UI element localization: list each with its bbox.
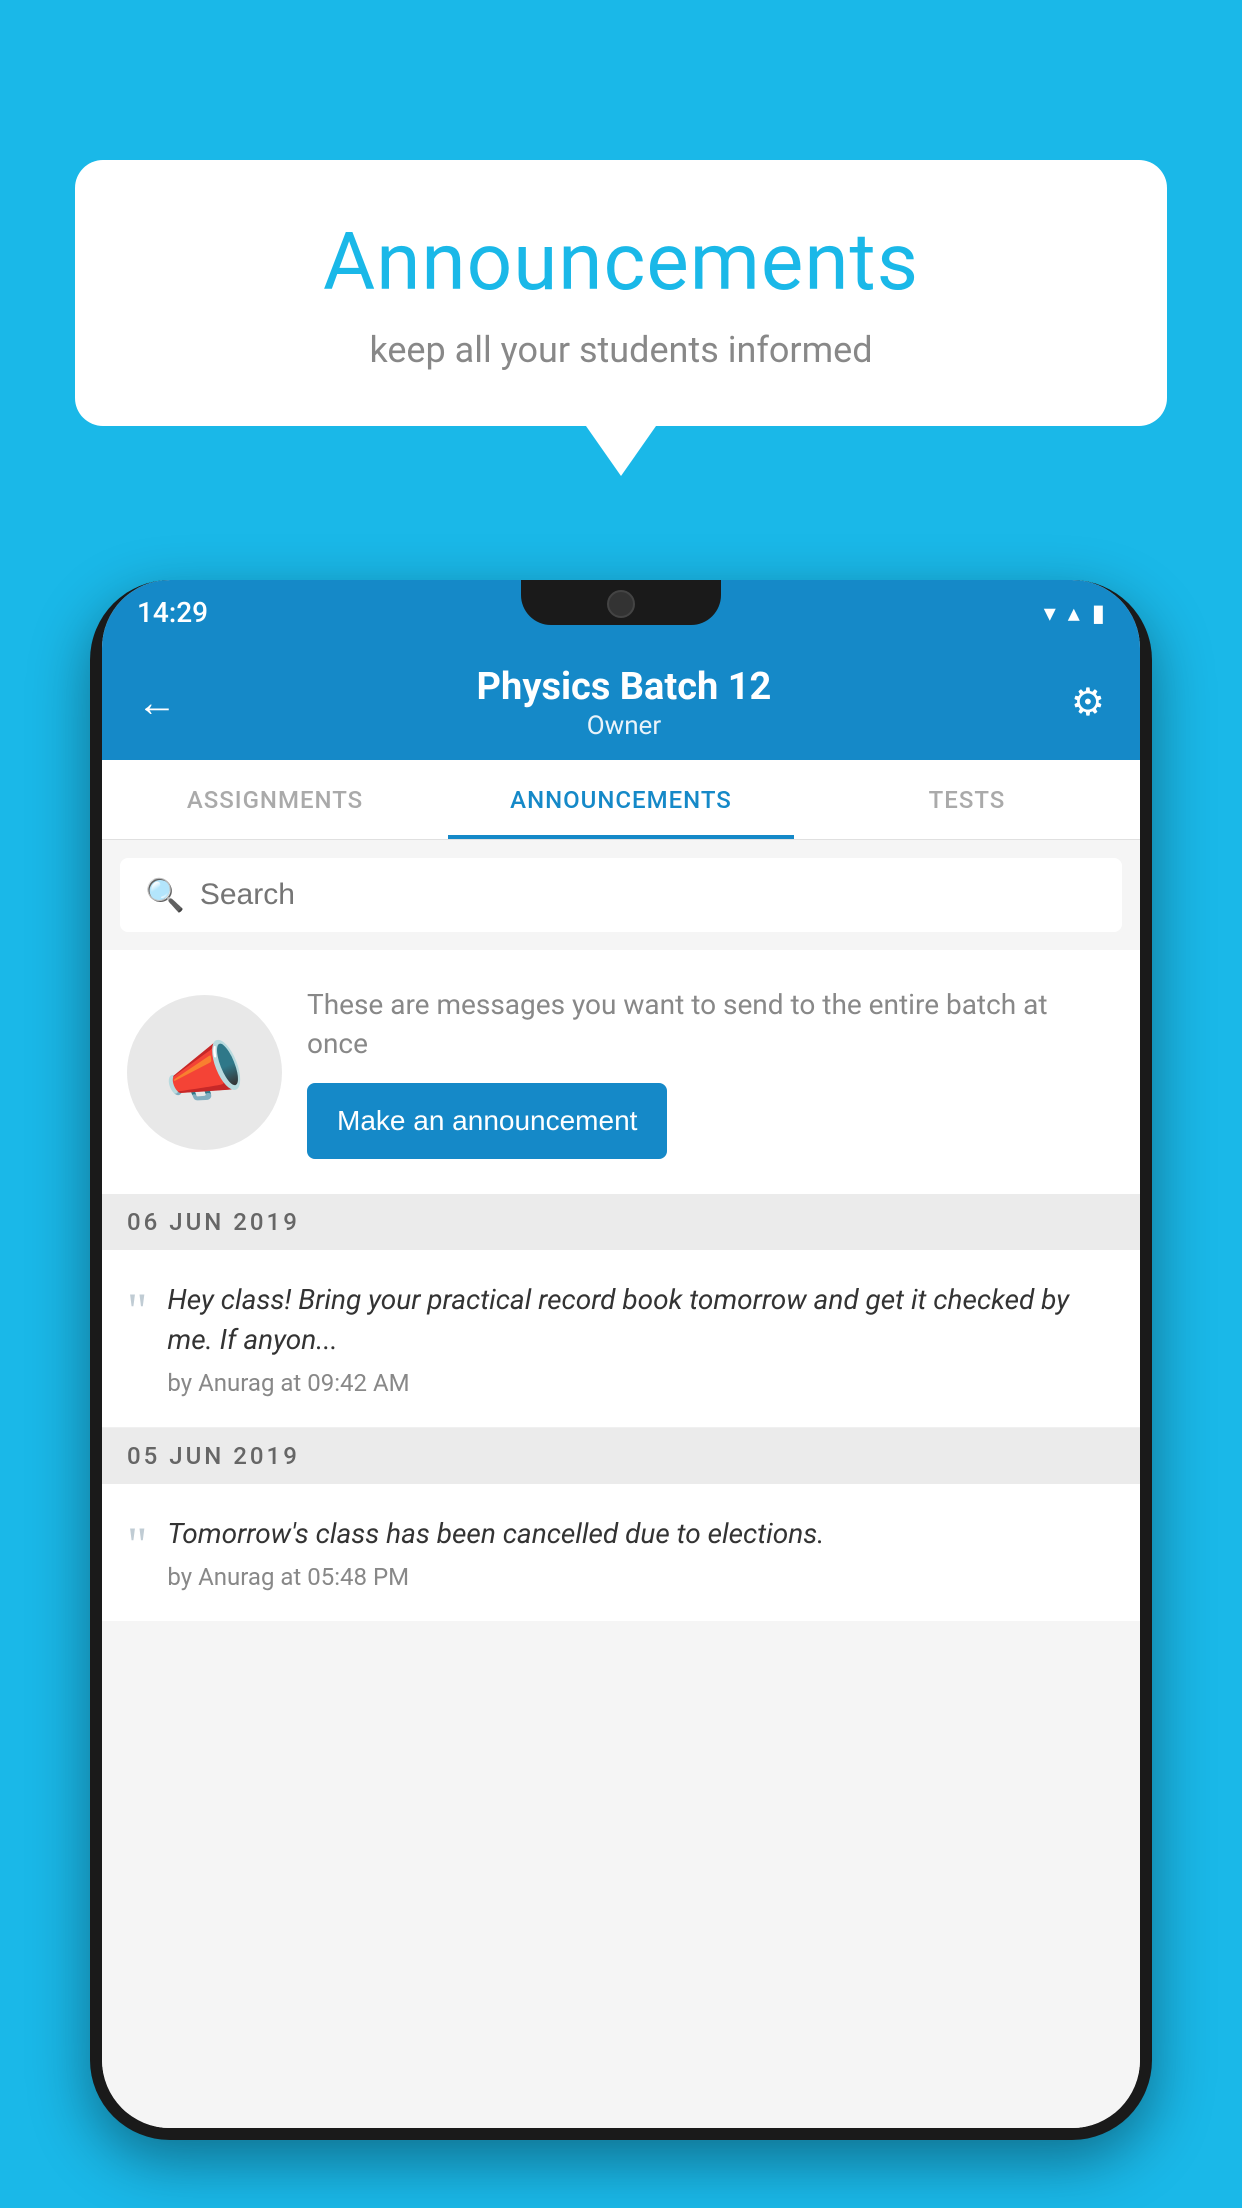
battery-icon: ▮ bbox=[1092, 599, 1105, 627]
batch-title: Physics Batch 12 bbox=[477, 665, 772, 709]
wifi-icon: ▾ bbox=[1044, 599, 1056, 627]
announcement-text-area-1: Hey class! Bring your practical record b… bbox=[167, 1280, 1115, 1396]
promo-icon-circle: 📣 bbox=[127, 995, 282, 1150]
speech-bubble-subtitle: keep all your students informed bbox=[135, 329, 1107, 371]
megaphone-icon: 📣 bbox=[164, 1034, 245, 1110]
date-separator-2: 05 JUN 2019 bbox=[102, 1428, 1140, 1484]
search-input[interactable] bbox=[200, 878, 1097, 912]
back-button[interactable]: ← bbox=[137, 679, 177, 726]
announcement-text-area-2: Tomorrow's class has been cancelled due … bbox=[167, 1514, 1115, 1591]
batch-role: Owner bbox=[477, 711, 772, 741]
announcement-meta-2: by Anurag at 05:48 PM bbox=[167, 1563, 1115, 1591]
announcement-item-1[interactable]: " Hey class! Bring your practical record… bbox=[102, 1250, 1140, 1427]
phone-notch bbox=[521, 580, 721, 625]
announcement-text-2: Tomorrow's class has been cancelled due … bbox=[167, 1514, 1115, 1553]
date-separator-1: 06 JUN 2019 bbox=[102, 1194, 1140, 1250]
tabs-bar: ASSIGNMENTS ANNOUNCEMENTS TESTS bbox=[102, 760, 1140, 840]
content-area: 🔍 📣 These are messages you want to send … bbox=[102, 840, 1140, 2128]
settings-icon[interactable]: ⚙ bbox=[1071, 680, 1105, 725]
tab-announcements[interactable]: ANNOUNCEMENTS bbox=[448, 760, 794, 839]
quote-icon-1: " bbox=[127, 1285, 147, 1335]
tab-tests[interactable]: TESTS bbox=[794, 760, 1140, 839]
speech-bubble: Announcements keep all your students inf… bbox=[75, 160, 1167, 426]
search-container: 🔍 bbox=[120, 858, 1122, 932]
search-icon: 🔍 bbox=[145, 876, 185, 914]
tab-assignments[interactable]: ASSIGNMENTS bbox=[102, 760, 448, 839]
speech-bubble-title: Announcements bbox=[135, 215, 1107, 309]
promo-text-area: These are messages you want to send to t… bbox=[307, 985, 1115, 1159]
status-icons: ▾ ▴ ▮ bbox=[1044, 599, 1105, 627]
make-announcement-button[interactable]: Make an announcement bbox=[307, 1083, 667, 1159]
header-title-area: Physics Batch 12 Owner bbox=[477, 665, 772, 741]
phone-mockup: 14:29 ▾ ▴ ▮ ← Physics Batch 12 Owner ⚙ bbox=[90, 580, 1152, 2208]
quote-icon-2: " bbox=[127, 1519, 147, 1569]
announcement-text-1: Hey class! Bring your practical record b… bbox=[167, 1280, 1115, 1358]
speech-bubble-arrow bbox=[586, 426, 656, 476]
status-time: 14:29 bbox=[137, 596, 208, 629]
front-camera bbox=[607, 590, 635, 618]
phone-frame: 14:29 ▾ ▴ ▮ ← Physics Batch 12 Owner ⚙ bbox=[90, 580, 1152, 2140]
promo-description: These are messages you want to send to t… bbox=[307, 985, 1115, 1063]
phone-screen: 14:29 ▾ ▴ ▮ ← Physics Batch 12 Owner ⚙ bbox=[102, 580, 1140, 2128]
promo-card: 📣 These are messages you want to send to… bbox=[102, 950, 1140, 1194]
announcement-meta-1: by Anurag at 09:42 AM bbox=[167, 1369, 1115, 1397]
announcement-item-2[interactable]: " Tomorrow's class has been cancelled du… bbox=[102, 1484, 1140, 1621]
speech-bubble-container: Announcements keep all your students inf… bbox=[75, 160, 1167, 476]
app-header: ← Physics Batch 12 Owner ⚙ bbox=[102, 645, 1140, 760]
signal-icon: ▴ bbox=[1068, 599, 1080, 627]
